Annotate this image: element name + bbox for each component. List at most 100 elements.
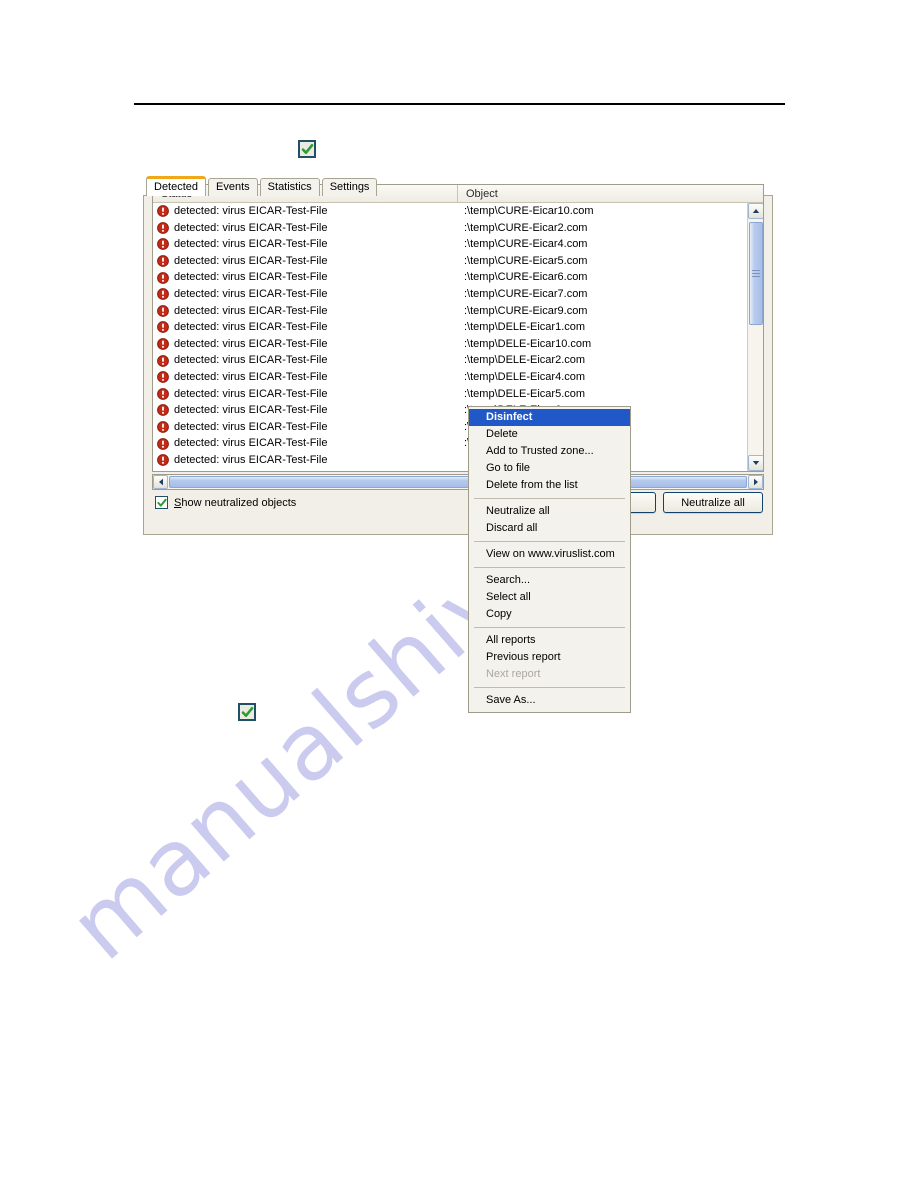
menu-item-go-to-file[interactable]: Go to file <box>469 460 630 477</box>
menu-item-select-all[interactable]: Select all <box>469 589 630 606</box>
table-row[interactable]: detected: virus EICAR-Test-File :\temp\CU… <box>153 286 749 303</box>
row-status-text: detected: virus EICAR-Test-File <box>174 337 328 350</box>
horizontal-scrollbar-thumb[interactable] <box>169 476 747 488</box>
menu-item-discard-all[interactable]: Discard all <box>469 520 630 537</box>
row-object-cell: :\temp\DELE-Eicar10.com <box>464 337 592 350</box>
row-status-cell: detected: virus EICAR-Test-File <box>153 319 458 336</box>
alert-icon <box>157 321 169 334</box>
tab-label: Settings <box>329 181 370 193</box>
tab-events[interactable]: Events <box>208 178 258 196</box>
menu-separator <box>474 541 625 542</box>
table-row[interactable]: detected: virus EICAR-Test-File :\temp\DE… <box>153 352 749 369</box>
row-status-text: detected: virus EICAR-Test-File <box>174 354 328 367</box>
neutralize-all-button-label: Neutralize all <box>681 496 745 509</box>
menu-item-next-report: Next report <box>486 668 541 680</box>
scroll-up-icon[interactable] <box>748 203 763 219</box>
row-object-cell: :\temp\DELE-Eicar4.com <box>464 370 586 383</box>
alert-icon <box>157 271 169 284</box>
row-status-cell: detected: virus EICAR-Test-File <box>153 220 458 237</box>
row-object-cell: :\temp\DELE-Eicar5.com <box>464 387 586 400</box>
row-status-text: detected: virus EICAR-Test-File <box>174 205 328 217</box>
row-status-cell: detected: virus EICAR-Test-File <box>153 286 458 303</box>
row-status-cell: detected: virus EICAR-Test-File <box>153 236 458 253</box>
table-row[interactable]: detected: virus EICAR-Test-File:\temp\DE… <box>153 435 749 452</box>
menu-item-delete-from-the-list[interactable]: Delete from the list <box>469 477 630 494</box>
row-status-text: detected: virus EICAR-Test-File <box>174 271 328 284</box>
menu-item-all-reports[interactable]: All reports <box>469 632 630 649</box>
scroll-down-icon[interactable] <box>748 455 763 471</box>
alert-icon <box>157 255 169 267</box>
table-row[interactable]: detected: virus EICAR-Test-File:\temp\CU… <box>153 236 749 253</box>
table-row[interactable]: detected: virus EICAR-Test-File:\temp\DE… <box>153 402 749 419</box>
row-status-text: detected: virus EICAR-Test-File <box>174 404 328 417</box>
tab-label: Statistics <box>267 181 312 193</box>
row-status-cell: detected: virus EICAR-Test-File <box>153 369 458 386</box>
tab-statistics[interactable]: Statistics <box>259 178 320 196</box>
tab-settings[interactable]: Settings <box>321 178 378 196</box>
row-status-text: detected: virus EICAR-Test-File <box>174 238 328 251</box>
row-object-cell: :\temp\CURE-Eicar6.com <box>464 271 588 284</box>
list-rows-container: detected: virus EICAR-Test-File :\temp\CU… <box>153 203 749 467</box>
menu-item-previous-report[interactable]: Previous report <box>469 649 630 666</box>
row-status-text: detected: virus EICAR-Test-File <box>174 387 328 400</box>
menu-item-view-on-www-viruslist-com[interactable]: View on www.viruslist.com <box>469 546 630 563</box>
menu-item-delete[interactable]: Delete <box>469 426 630 443</box>
table-row[interactable]: detected: virus EICAR-Test-File :\temp\DE… <box>153 386 749 403</box>
table-row[interactable]: detected: virus EICAR-Test-File :\temp\CU… <box>153 269 749 286</box>
table-row[interactable]: detected: virus EICAR-Test-File :\temp\DE… <box>153 369 749 386</box>
menu-item-save-as[interactable]: Save As... <box>469 692 630 709</box>
alert-icon <box>157 371 169 384</box>
alert-icon <box>157 205 169 218</box>
horizontal-scrollbar[interactable] <box>152 474 764 490</box>
menu-separator <box>474 687 625 688</box>
row-status-text: detected: virus EICAR-Test-File <box>174 254 328 267</box>
row-object-cell: :\temp\DELE-Eicar1.com <box>464 321 586 334</box>
antivirus-report-window: Detected Events Statistics Settings Stat… <box>143 176 773 713</box>
row-status-cell: detected: virus EICAR-Test-File <box>153 303 458 320</box>
table-row[interactable]: detected: virus EICAR-Test-File:\temp\DE… <box>153 419 749 436</box>
menu-item-neutralize-all[interactable]: Neutralize all <box>469 503 630 520</box>
menu-item-disinfect[interactable]: Disinfect <box>469 409 630 426</box>
neutralize-all-button[interactable]: Neutralize all <box>663 492 763 513</box>
green-check-icon <box>298 140 316 158</box>
alert-icon <box>157 221 169 234</box>
tab-strip: Detected Events Statistics Settings <box>143 176 773 196</box>
vertical-scrollbar[interactable] <box>747 203 763 471</box>
alert-icon <box>157 354 169 367</box>
tab-label: Detected <box>154 180 199 193</box>
scroll-right-icon[interactable] <box>748 475 763 489</box>
show-neutralized-objects-checkbox[interactable]: Show neutralized objects <box>155 496 296 509</box>
menu-separator <box>474 567 625 568</box>
table-row[interactable]: detected: virus EICAR-Test-File:\temp\CU… <box>153 253 749 270</box>
row-object-cell: :\temp\CURE-Eicar2.com <box>464 221 588 234</box>
detected-objects-list: Status Object detected: virus EICAR-Test… <box>152 184 764 472</box>
row-status-cell: detected: virus EICAR-Test-File <box>153 435 458 452</box>
row-object-cell: :\temp\CURE-Eicar7.com <box>464 287 588 300</box>
alert-icon <box>157 238 169 251</box>
menu-item-add-to-trusted-zone[interactable]: Add to Trusted zone... <box>469 443 630 460</box>
table-row[interactable]: detected: virus EICAR-Test-File :\temp\CU… <box>153 220 749 237</box>
table-row[interactable]: detected: virus EICAR-Test-File :\temp\DE… <box>153 319 749 336</box>
table-row[interactable]: detected: virus EICAR-Test-File:\temp\CU… <box>153 203 749 220</box>
tab-detected[interactable]: Detected <box>146 176 207 196</box>
row-status-text: detected: virus EICAR-Test-File <box>174 321 328 334</box>
row-object-cell: :\temp\DELE-Eicar2.com <box>464 354 586 367</box>
row-status-cell: detected: virus EICAR-Test-File <box>153 269 458 286</box>
table-row[interactable]: detected: virus EICAR-Test-File:\temp\CU… <box>153 303 749 320</box>
vertical-scrollbar-thumb[interactable] <box>749 222 763 325</box>
row-status-cell: detected: virus EICAR-Test-File <box>153 386 458 403</box>
table-row[interactable]: detected: virus EICAR-Test-File :\temp\DE… <box>153 336 749 353</box>
checkbox-box[interactable] <box>155 496 168 509</box>
alert-icon <box>157 288 169 301</box>
row-status-text: detected: virus EICAR-Test-File <box>174 304 328 317</box>
alert-icon <box>157 338 169 350</box>
green-check-icon <box>238 703 256 721</box>
row-status-text: detected: virus EICAR-Test-File <box>174 370 328 383</box>
row-status-cell: detected: virus EICAR-Test-File <box>153 203 458 220</box>
scroll-left-icon[interactable] <box>153 475 168 489</box>
menu-separator <box>474 498 625 499</box>
table-row[interactable]: detected: virus EICAR-Test-File <box>153 452 749 469</box>
menu-item-copy[interactable]: Copy <box>469 606 630 623</box>
menu-item-search[interactable]: Search... <box>469 572 630 589</box>
row-status-cell: detected: virus EICAR-Test-File <box>153 419 458 436</box>
